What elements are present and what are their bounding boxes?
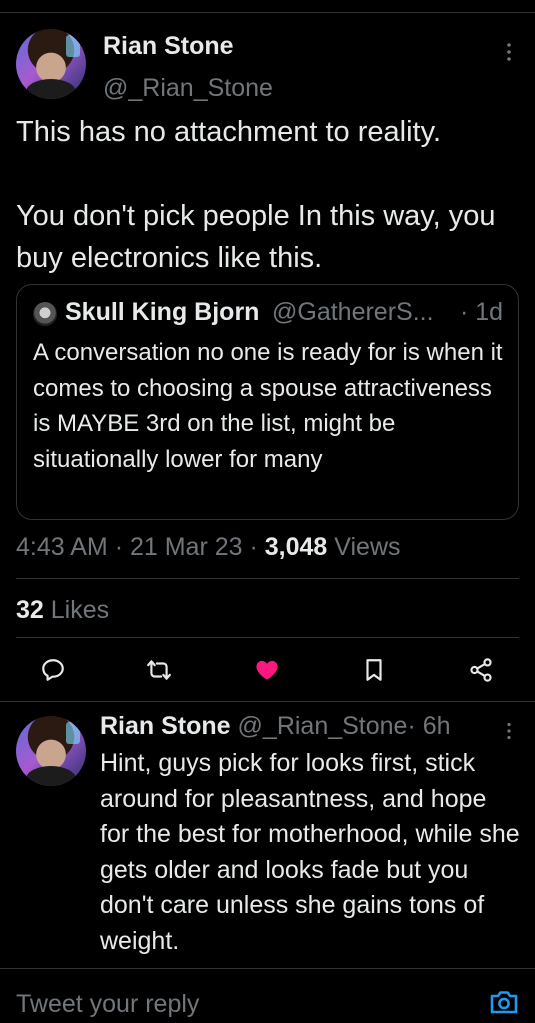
author-avatar[interactable] bbox=[16, 29, 86, 99]
top-divider bbox=[0, 12, 535, 13]
likes-label: Likes bbox=[50, 596, 110, 624]
quoted-time: · 1d bbox=[460, 298, 504, 326]
reply-text: Hint, guys pick for looks first, stick a… bbox=[100, 749, 520, 955]
likes-count: 32 bbox=[16, 596, 44, 624]
retweet-icon bbox=[147, 660, 171, 680]
quoted-tweet[interactable]: Skull King Bjorn @GathererS... · 1d A co… bbox=[16, 284, 519, 520]
camera-icon[interactable] bbox=[489, 988, 519, 1016]
author-handle[interactable]: @_Rian_Stone bbox=[103, 74, 273, 103]
reply-author-avatar[interactable] bbox=[16, 716, 86, 786]
divider bbox=[16, 637, 519, 638]
bookmark-icon bbox=[366, 659, 382, 681]
reply-author-handle[interactable]: @_Rian_Stone bbox=[238, 712, 408, 740]
divider bbox=[0, 701, 535, 702]
share-button[interactable] bbox=[465, 654, 497, 686]
share-icon bbox=[470, 658, 492, 682]
reply-header: Rian Stone @_Rian_Stone· 6h bbox=[100, 712, 451, 741]
meta-separator: · bbox=[249, 533, 258, 561]
tweet-date[interactable]: 21 Mar 23 bbox=[130, 533, 243, 561]
meta-separator: · bbox=[114, 533, 124, 561]
reply-composer[interactable]: Tweet your reply bbox=[0, 968, 535, 1023]
reply-icon bbox=[42, 659, 64, 681]
quoted-author-handle: @GathererS... bbox=[272, 298, 434, 326]
retweet-button[interactable] bbox=[143, 654, 175, 686]
tweet-meta: 4:43 AM · 21 Mar 23 · 3,048 Views bbox=[16, 533, 401, 562]
views-label: Views bbox=[334, 533, 401, 561]
reply-author-name[interactable]: Rian Stone bbox=[100, 712, 231, 740]
quoted-author-name: Skull King Bjorn bbox=[65, 298, 260, 326]
bookmark-button[interactable] bbox=[358, 654, 390, 686]
heart-icon bbox=[256, 660, 278, 680]
quoted-text: A conversation no one is ready for is wh… bbox=[33, 339, 503, 473]
like-button[interactable] bbox=[251, 654, 283, 686]
views-count: 3,048 bbox=[264, 533, 328, 561]
more-options-icon[interactable] bbox=[504, 42, 514, 62]
reply-time[interactable]: · 6h bbox=[407, 712, 450, 740]
reply-input[interactable]: Tweet your reply bbox=[16, 990, 199, 1019]
reply-button[interactable] bbox=[37, 654, 69, 686]
tweet-time[interactable]: 4:43 AM bbox=[16, 533, 108, 561]
tweet-text: This has no attachment to reality. You d… bbox=[16, 116, 496, 274]
quoted-author-avatar bbox=[33, 302, 57, 326]
divider bbox=[16, 578, 519, 579]
likes-row[interactable]: 32 Likes bbox=[16, 596, 109, 625]
author-name[interactable]: Rian Stone bbox=[103, 32, 234, 61]
reply-more-options-icon[interactable] bbox=[504, 722, 514, 740]
